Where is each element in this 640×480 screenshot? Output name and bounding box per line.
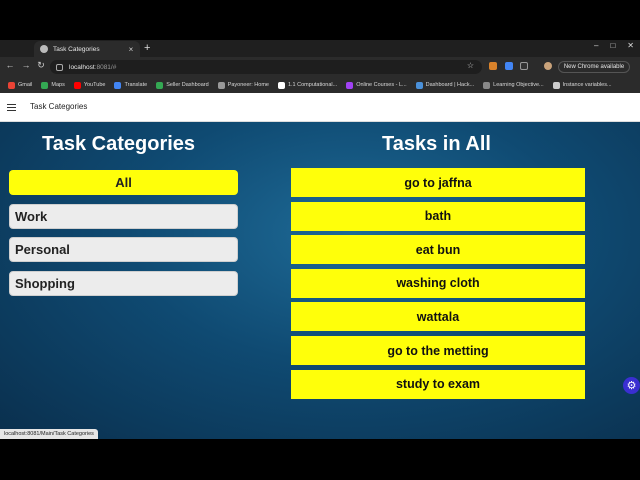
bookmark-label: Instance variables... [562,82,612,88]
favicon-icon [40,45,48,53]
browser-tab[interactable]: Task Categories × [34,41,140,57]
bookmark-item[interactable]: Translate [114,81,148,89]
close-icon[interactable]: × [126,45,136,54]
gear-icon: ⚙ [626,380,637,392]
bookmarks-bar: Gmail Maps YouTube Translate Seller Dashboar… [0,77,640,93]
bookmark-item[interactable]: Online Courses - L... [346,81,407,89]
app-bar [0,93,640,122]
avatar[interactable] [544,62,552,70]
category-button-all[interactable]: All [9,170,238,195]
task-item[interactable]: bath [291,201,585,231]
forward-icon[interactable]: → [20,60,32,70]
bookmark-item[interactable]: Maps [41,81,65,89]
bookmark-label: Learning Objective... [493,82,544,88]
bookmark-favicon-icon [114,81,122,89]
extension-icon[interactable] [489,62,497,70]
task-item[interactable]: washing cloth [291,268,585,298]
bookmark-favicon-icon [483,81,491,89]
bookmark-label: YouTube [83,82,106,88]
menu-icon[interactable] [7,104,16,111]
screen: Task Categories × + – □ ✕ ← → ↻ localhos… [0,0,640,480]
bookmark-item[interactable]: Dashboard | Hack... [415,81,475,89]
minimize-icon[interactable]: – [594,41,598,50]
bookmark-label: 1.1 Computational... [287,82,338,88]
bookmark-item[interactable]: Gmail [8,81,33,89]
tasks-heading: Tasks in All [382,133,491,155]
bookmark-favicon-icon [73,81,81,89]
task-item[interactable]: go to jaffna [291,168,585,197]
bookmark-item[interactable]: YouTube [73,81,106,89]
new-tab-button[interactable]: + [144,42,150,54]
url-host: localhost [69,63,95,71]
puzzle-icon[interactable] [520,62,528,70]
category-button-shopping[interactable]: Shopping [9,271,238,296]
bookmark-label: Gmail [18,82,33,88]
maximize-icon[interactable]: □ [610,41,615,50]
bookmark-item[interactable]: 1.1 Computational... [277,81,338,89]
url-path: :8081/# [94,63,117,71]
task-item[interactable]: wattala [291,302,585,332]
bookmark-label: Maps [51,82,65,88]
window-controls: – □ ✕ [594,41,634,50]
close-window-icon[interactable]: ✕ [627,41,634,50]
bookmark-label: Translate [124,82,148,88]
tab-title: Task Categories [53,45,100,53]
task-item[interactable]: go to the metting [291,336,585,365]
bookmark-star-icon[interactable]: ☆ [467,61,474,70]
bookmark-favicon-icon [8,81,15,89]
bookmark-favicon-icon [156,81,164,89]
category-button-personal[interactable]: Personal [9,237,238,262]
bookmark-item[interactable]: Seller Dashboard [156,81,209,89]
bookmark-favicon-icon [346,81,354,89]
reload-icon[interactable]: ↻ [35,60,47,71]
back-icon[interactable]: ← [4,60,16,70]
bookmark-item[interactable]: Payoneer: Home [217,81,269,89]
bookmark-item[interactable]: Instance variables... [552,81,612,89]
bookmark-label: Payoneer: Home [227,82,269,88]
address-bar[interactable]: localhost :8081/# ☆ [50,60,482,74]
category-button-work[interactable]: Work [9,204,238,229]
bookmark-item[interactable]: Learning Objective... [483,81,544,89]
categories-heading: Task Categories [42,133,196,155]
settings-fab[interactable]: ⚙ [623,377,640,394]
bookmark-favicon-icon [277,81,285,89]
extension-icon[interactable] [505,62,513,70]
task-item[interactable]: study to exam [291,369,585,399]
site-info-icon[interactable] [56,63,63,71]
bookmark-label: Dashboard | Hack... [425,82,475,88]
bookmark-favicon-icon [415,81,423,89]
task-item[interactable]: eat bun [291,235,585,265]
status-bar-url: localhost:8081/Main/Task Categories [0,429,98,439]
new-chrome-available-button[interactable]: New Chrome available [558,61,630,73]
app-bar-title: Task Categories [30,102,88,111]
bookmark-label: Online Courses - L... [356,82,407,88]
bookmark-favicon-icon [41,81,49,89]
bookmark-favicon-icon [217,81,225,89]
bookmark-label: Seller Dashboard [166,82,209,88]
bookmark-favicon-icon [552,81,560,89]
